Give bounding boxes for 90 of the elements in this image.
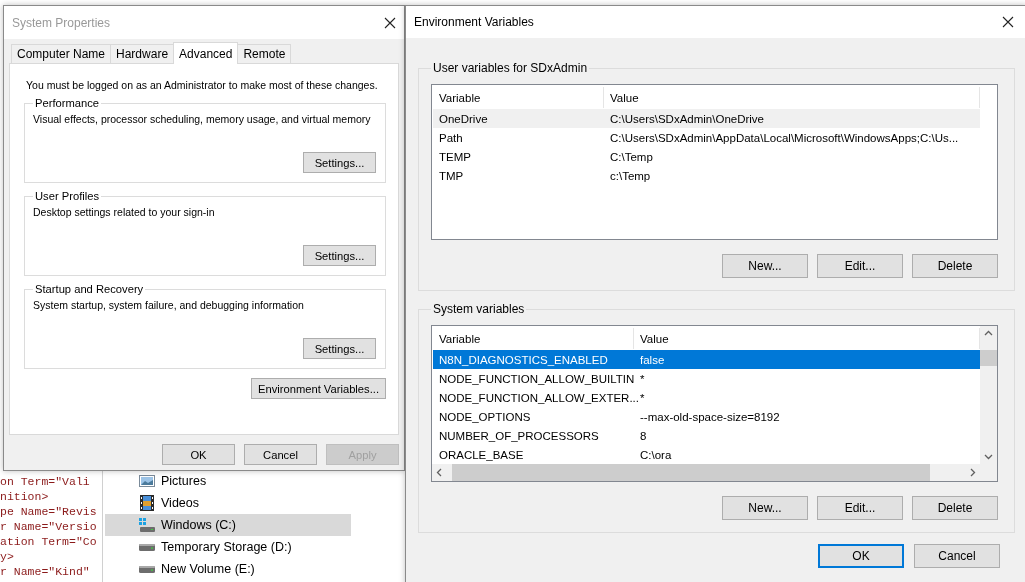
list-action-button[interactable]: New... xyxy=(722,496,808,520)
code-line: y> xyxy=(0,549,14,564)
variable-row[interactable]: ORACLE_BASE C:\ora xyxy=(433,445,980,464)
variable-value: C:\ora xyxy=(639,448,673,461)
navigation-item[interactable]: Windows (C:) xyxy=(105,514,351,536)
variables-list[interactable]: Variable Value N8N_DIAGNOSTICS_ENABLED false NODE_FUNCTION_ALLOW_BUILTIN * NODE_FUNCTION_ALLOW_EXTER...* NODE_OPTIONS --max-old-space-size=8192 NUMBER_OF_PROCESSORS 8 ORACLE_BASE C:\ora xyxy=(431,325,998,482)
variables-list[interactable]: Variable Value OneDrive C:\Users\SDxAdmin\OneDrive Path C:\Users\SDxAdmin\AppData\Local\Microsoft\WindowsApps;C:\Us... TEMP C:\Temp TMP c:\Temp xyxy=(431,84,998,240)
variable-row[interactable]: NUMBER_OF_PROCESSORS 8 xyxy=(433,426,980,445)
code-line: nition> xyxy=(0,489,49,504)
variable-name: Path xyxy=(438,131,464,144)
vertical-scrollbar[interactable] xyxy=(980,326,997,464)
variable-value: C:\Temp xyxy=(609,150,654,163)
scroll-thumb[interactable] xyxy=(980,350,997,366)
column-header[interactable]: Variable xyxy=(433,328,634,349)
group-description: Visual effects, processor scheduling, memory usage, and virtual memory xyxy=(33,113,371,125)
variable-row[interactable]: N8N_DIAGNOSTICS_ENABLED false xyxy=(433,350,980,369)
code-line: ation Term="Co xyxy=(0,534,97,549)
variable-value: --max-old-space-size=8192 xyxy=(639,410,781,423)
variable-row[interactable]: NODE_FUNCTION_ALLOW_BUILTIN * xyxy=(433,369,980,388)
navigation-item[interactable]: New Volume (E:) xyxy=(105,558,351,580)
variable-name: NODE_FUNCTION_ALLOW_BUILTIN xyxy=(438,372,634,385)
notice-text: You must be logged on as an Administrator to make most of these changes. xyxy=(26,78,378,93)
code-line: r Name="Versio xyxy=(0,519,97,534)
navigation-label: Pictures xyxy=(161,474,207,488)
variable-row[interactable]: TMP c:\Temp xyxy=(433,166,980,185)
list-action-button[interactable]: New... xyxy=(722,254,808,278)
navigation-item[interactable]: Videos xyxy=(105,492,351,514)
navigation-label: Videos xyxy=(161,496,199,510)
drive-icon xyxy=(139,518,155,532)
group-title: User Profiles xyxy=(34,190,101,202)
window-title: System Properties xyxy=(12,15,111,30)
pictures-icon xyxy=(139,475,155,487)
navigation-item[interactable]: Pictures xyxy=(105,470,351,492)
window-title: Environment Variables xyxy=(414,15,534,29)
list-action-button[interactable]: Delete xyxy=(912,496,998,520)
close-icon[interactable] xyxy=(384,16,396,29)
variable-row[interactable]: TEMP C:\Temp xyxy=(433,147,980,166)
film-icon xyxy=(140,495,154,511)
variable-value: c:\Temp xyxy=(609,169,652,182)
settings-button[interactable]: Settings... xyxy=(303,245,376,266)
variable-name: TMP xyxy=(438,169,465,182)
group-title: Performance xyxy=(34,97,101,109)
navigation-item[interactable]: Temporary Storage (D:) xyxy=(105,536,351,558)
column-header[interactable]: Variable xyxy=(433,87,604,108)
navigation-label: New Volume (E:) xyxy=(161,562,255,576)
list-action-button[interactable]: Edit... xyxy=(817,496,903,520)
list-action-button[interactable]: Delete xyxy=(912,254,998,278)
variable-name: N8N_DIAGNOSTICS_ENABLED xyxy=(438,353,609,366)
dialog-button[interactable]: Cancel xyxy=(914,544,1000,568)
column-header[interactable]: Value xyxy=(604,87,980,108)
close-icon[interactable] xyxy=(1002,16,1014,28)
variable-value: false xyxy=(639,353,666,366)
variable-name: OneDrive xyxy=(438,112,489,125)
navigation-label: Temporary Storage (D:) xyxy=(161,540,292,554)
variable-name: TEMP xyxy=(438,150,472,163)
group-description: System startup, system failure, and debugging information xyxy=(33,299,304,311)
drive-icon xyxy=(139,565,155,573)
list-action-button[interactable]: Edit... xyxy=(817,254,903,278)
drive-icon xyxy=(139,543,155,551)
variable-name: NUMBER_OF_PROCESSORS xyxy=(438,429,600,442)
dialog-button[interactable]: Cancel xyxy=(244,444,317,465)
group-title: User variables for SDxAdmin xyxy=(432,61,589,75)
variable-name: ORACLE_BASE xyxy=(438,448,525,461)
scroll-left-icon[interactable] xyxy=(436,468,442,477)
scroll-right-icon[interactable] xyxy=(970,468,976,477)
scroll-down-icon[interactable] xyxy=(984,454,993,460)
variable-value: C:\Users\SDxAdmin\OneDrive xyxy=(609,112,765,125)
code-line: r Name="Kind" xyxy=(0,564,90,579)
dialog-button[interactable]: OK xyxy=(818,544,904,568)
group-description: Desktop settings related to your sign-in xyxy=(33,206,215,218)
scroll-up-icon[interactable] xyxy=(984,330,993,336)
variable-value: 8 xyxy=(639,429,648,442)
tab[interactable]: Remote xyxy=(237,44,292,63)
code-line: pe Name="Revis xyxy=(0,504,97,519)
variable-row[interactable]: Path C:\Users\SDxAdmin\AppData\Local\Microsoft\WindowsApps;C:\Us... xyxy=(433,128,980,147)
tab[interactable]: Computer Name xyxy=(11,44,112,63)
variable-value: C:\Users\SDxAdmin\AppData\Local\Microsoft\WindowsApps;C:\Us... xyxy=(609,131,960,144)
code-line: on Term="Vali xyxy=(0,474,90,489)
environment-variables-button[interactable]: Environment Variables... xyxy=(250,378,386,399)
tab[interactable]: Advanced xyxy=(173,42,239,64)
group-title: System variables xyxy=(432,302,526,316)
dialog-button[interactable]: OK xyxy=(162,444,235,465)
variable-value: * xyxy=(639,372,646,385)
navigation-label: Windows (C:) xyxy=(161,518,236,532)
variable-name: NODE_OPTIONS xyxy=(438,410,532,423)
variable-row[interactable]: NODE_FUNCTION_ALLOW_EXTER...* xyxy=(433,388,980,407)
group-title: Startup and Recovery xyxy=(34,283,145,295)
settings-button[interactable]: Settings... xyxy=(303,152,376,173)
settings-button[interactable]: Settings... xyxy=(303,338,376,359)
variable-row[interactable]: NODE_OPTIONS --max-old-space-size=8192 xyxy=(433,407,980,426)
